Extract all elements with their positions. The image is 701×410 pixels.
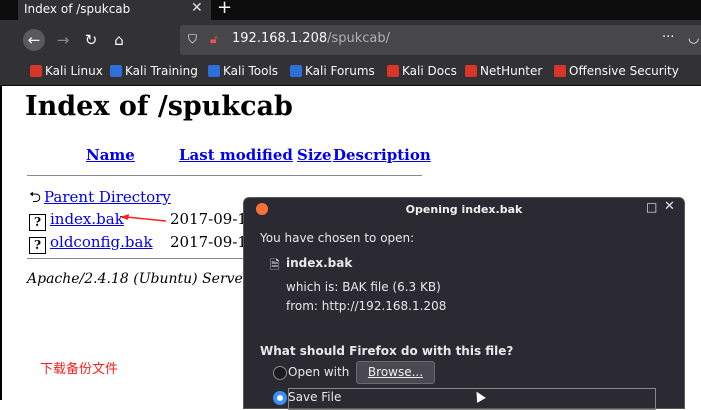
bookmark-kali-tools[interactable]: Kali Tools xyxy=(208,64,278,78)
browse-button[interactable]: Browse... xyxy=(356,361,435,384)
browse-label: Browse... xyxy=(367,365,424,379)
back-button[interactable]: ← xyxy=(23,29,45,51)
parent-directory-link[interactable]: Parent Directory xyxy=(44,188,171,206)
url-text[interactable]: 192.168.1.208/spukcab/ xyxy=(232,31,390,46)
tab-active[interactable]: Index of /spukcab ✕ xyxy=(18,0,211,20)
unknown-file-icon: ? xyxy=(29,214,46,231)
bookmark-kali-forums[interactable]: Kali Forums xyxy=(290,64,375,78)
open-with-radio[interactable] xyxy=(273,366,287,380)
file-link-oldconfig-bak[interactable]: oldconfig.bak xyxy=(50,233,153,251)
unknown-file-icon: ? xyxy=(29,237,46,254)
list-item: ⮌ Parent Directory xyxy=(29,187,171,212)
insecure-lock-icon[interactable]: 🔓︎ xyxy=(210,32,218,47)
pocket-icon[interactable]: ◡ xyxy=(688,31,699,46)
forward-button[interactable]: → xyxy=(52,29,74,51)
bookmark-offensive-security[interactable]: Offensive Security xyxy=(554,64,679,78)
list-item: ? oldconfig.bak 2017-09-11 xyxy=(29,233,256,254)
shield-icon[interactable]: ⛉ xyxy=(188,32,197,47)
url-path: /spukcab/ xyxy=(327,31,391,46)
tab-title: Index of /spukcab xyxy=(24,2,131,16)
bookmark-nethunter[interactable]: NetHunter xyxy=(465,64,542,78)
annotation-arrow xyxy=(120,214,167,222)
file-type: which is: BAK file (6.3 KB) xyxy=(286,280,441,294)
list-item: ? index.bak 2017-09-11 xyxy=(29,210,256,231)
kali-tools-icon xyxy=(208,65,220,77)
home-button[interactable]: ⌂ xyxy=(108,29,130,51)
dialog-title: Opening index.bak xyxy=(405,203,523,216)
save-file-radio[interactable] xyxy=(273,391,287,405)
bookmark-kali-docs[interactable]: Kali Docs xyxy=(387,64,457,78)
tab-bar: Index of /spukcab ✕ + xyxy=(0,0,701,20)
page-title: Index of /spukcab xyxy=(25,91,293,122)
question-label: What should Firefox do with this file? xyxy=(260,344,514,358)
kali-icon xyxy=(30,65,42,77)
nav-toolbar: ← → ↻ ⌂ ⛉ 🔓︎ 192.168.1.208/spukcab/ ··· … xyxy=(0,20,701,60)
kali-training-icon xyxy=(110,65,122,77)
maximize-icon[interactable]: □ xyxy=(646,200,657,214)
dialog-filename: index.bak xyxy=(286,256,353,270)
col-name-link[interactable]: Name xyxy=(86,146,135,164)
col-description-link[interactable]: Description xyxy=(333,146,431,164)
col-size-link[interactable]: Size xyxy=(297,146,332,164)
divider xyxy=(27,175,422,176)
divider xyxy=(27,258,252,259)
server-signature: Apache/2.4.18 (Ubuntu) Server xyxy=(27,271,250,287)
offsec-icon xyxy=(554,65,566,77)
file-source: from: http://192.168.1.208 xyxy=(286,299,447,313)
open-with-label[interactable]: Open with xyxy=(288,365,349,379)
kali-docs-icon xyxy=(387,65,399,77)
bookmarks-toolbar: Kali Linux Kali Training Kali Tools Kali… xyxy=(0,60,701,86)
file-link-index-bak[interactable]: index.bak xyxy=(50,210,124,228)
annotation-note: 下载备份文件 xyxy=(40,362,119,377)
tab-close-icon[interactable]: ✕ xyxy=(191,0,203,16)
chosen-label: You have chosen to open: xyxy=(260,231,415,245)
new-tab-button[interactable]: + xyxy=(217,0,232,18)
bookmark-kali-linux[interactable]: Kali Linux xyxy=(30,64,103,78)
save-file-label[interactable]: Save File xyxy=(288,390,341,404)
page-actions-icon[interactable]: ··· xyxy=(662,30,674,45)
url-bar[interactable]: ⛉ 🔓︎ 192.168.1.208/spukcab/ ··· ◡ xyxy=(180,25,701,55)
col-last-modified-link[interactable]: Last modified xyxy=(179,146,293,164)
save-file-option[interactable] xyxy=(288,388,656,410)
file-icon: 🗎︎ xyxy=(270,258,280,272)
kali-forums-icon xyxy=(290,65,302,77)
download-dialog: Opening index.bak □ ✕ You have chosen to… xyxy=(243,197,685,410)
close-icon[interactable]: ✕ xyxy=(664,199,675,214)
url-host: 192.168.1.208 xyxy=(232,31,328,46)
back-arrow-icon: ⮌ xyxy=(29,188,42,206)
reload-button[interactable]: ↻ xyxy=(80,29,102,51)
nethunter-icon xyxy=(465,65,477,77)
bookmark-kali-training[interactable]: Kali Training xyxy=(110,64,198,78)
